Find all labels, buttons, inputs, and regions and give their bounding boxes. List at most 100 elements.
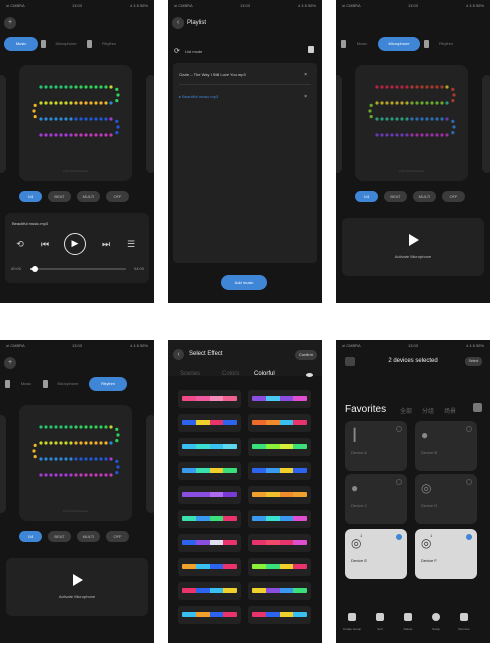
eye-icon[interactable] [306,373,313,377]
effect-swatch[interactable] [178,534,241,552]
tab-colorful[interactable]: Colorful [254,371,275,377]
effect-swatch[interactable] [248,486,311,504]
chip-quarter[interactable]: 1/4 [19,531,42,542]
tab-scenes[interactable]: Scenes [180,371,200,377]
effect-swatch[interactable] [248,606,311,624]
tab-all[interactable]: 全部 [400,406,412,415]
led-dot [420,117,424,121]
effect-swatch[interactable] [248,414,311,432]
effect-swatch[interactable] [178,390,241,408]
tab-rhythm[interactable]: Rhythm [89,377,127,391]
device-card[interactable]: ◎ Device D [415,474,477,524]
music-icon [341,40,346,48]
tab-rhythm[interactable]: Rhythm [431,37,461,51]
effect-swatch[interactable] [178,510,241,528]
prev-card[interactable] [336,75,342,173]
progress-slider[interactable] [30,266,126,272]
effect-swatch[interactable] [178,414,241,432]
led-dot [79,441,83,445]
play-button[interactable]: ▶ [64,233,86,255]
next-card[interactable] [146,75,154,173]
chip-multi[interactable]: MULTI [77,191,100,202]
chip-off[interactable]: OFF [442,191,465,202]
tab-microphone[interactable]: Microphone [378,37,420,51]
selected-check[interactable] [466,534,472,540]
effect-swatch[interactable] [178,606,241,624]
prev-card[interactable] [0,75,6,173]
tab-music[interactable]: Music [4,37,38,51]
sort-tool[interactable]: Sort [368,613,392,631]
effect-swatch[interactable] [248,582,311,600]
effect-swatch[interactable] [178,558,241,576]
tab-scene[interactable]: 场景 [444,406,456,415]
playlist-icon[interactable]: ☰ [125,238,137,250]
chip-off[interactable]: OFF [106,531,129,542]
selected-check[interactable] [396,534,402,540]
led-dot [405,117,409,121]
add-button[interactable]: + [4,357,16,369]
device-card[interactable]: ┃ Device A [345,421,407,471]
grid-view-icon[interactable] [473,403,482,412]
list-mode-icon[interactable]: ⟳ [174,47,180,55]
effect-swatch[interactable] [178,462,241,480]
chip-beat[interactable]: BEAT [48,531,71,542]
effect-swatch[interactable] [248,390,311,408]
prev-card[interactable] [0,415,6,513]
create-group-tool[interactable]: Create Group [340,613,364,631]
next-card[interactable] [482,75,490,173]
select-check[interactable] [466,479,472,485]
chip-beat[interactable]: BEAT [48,191,71,202]
back-button[interactable]: ‹ [173,349,184,360]
chip-beat[interactable]: BEAT [384,191,407,202]
activate-microphone-card[interactable]: Activate Microphone [342,218,484,276]
remove-tool[interactable]: Remove [452,613,476,631]
select-check[interactable] [466,426,472,432]
progress-knob[interactable] [31,266,38,272]
gradient-bar [182,564,237,569]
device-card-selected[interactable]: ◎ 1 Device E [345,529,407,579]
effect-swatch[interactable] [248,462,311,480]
device-card-selected[interactable]: ◎ 1 Device F [415,529,477,579]
back-button[interactable]: ‹ [172,17,184,29]
chip-multi[interactable]: MULTI [413,191,436,202]
chip-multi[interactable]: MULTI [77,531,100,542]
delete-tool[interactable]: Delete [396,613,420,631]
remove-icon[interactable]: × [304,94,307,100]
tab-music[interactable]: Music [348,37,376,51]
effect-swatch[interactable] [178,486,241,504]
tab-group[interactable]: 分组 [422,406,434,415]
setup-tool[interactable]: Setup [424,613,448,631]
tab-microphone[interactable]: Microphone [48,37,84,51]
tab-microphone[interactable]: Microphone [50,377,86,391]
effect-swatch[interactable] [248,438,311,456]
device-card[interactable]: ● Device C [345,474,407,524]
next-icon[interactable]: ⏭ [100,238,112,250]
effect-swatch[interactable] [248,558,311,576]
list-item[interactable]: ▸ Beautiful music.mp3 × [179,94,311,100]
chip-quarter[interactable]: 1/4 [355,191,378,202]
chip-off[interactable]: OFF [106,191,129,202]
activate-microphone-card[interactable]: Activate Microphone [6,558,148,616]
select-button[interactable]: Select [465,357,482,366]
chip-quarter[interactable]: 1/4 [19,191,42,202]
list-item[interactable]: Ozzie – The Way I Still Love You.mp3 × [179,72,311,78]
tab-music[interactable]: Music [12,377,40,391]
select-check[interactable] [396,479,402,485]
next-card[interactable] [146,415,154,513]
tab-colors[interactable]: Colors [222,371,239,377]
repeat-icon[interactable]: ⟲ [14,238,26,250]
add-music-button[interactable]: Add music [221,275,267,290]
effect-swatch[interactable] [178,582,241,600]
effect-swatch[interactable] [178,438,241,456]
remove-icon[interactable]: × [304,72,307,78]
confirm-button[interactable]: Confirm [295,350,317,360]
effect-swatch[interactable] [248,534,311,552]
device-card[interactable]: ● Device B [415,421,477,471]
effect-swatch[interactable] [248,510,311,528]
tab-rhythm[interactable]: Rhythm [94,37,124,51]
trash-icon[interactable] [308,46,314,53]
select-check[interactable] [396,426,402,432]
led-dot [99,101,103,105]
add-button[interactable]: + [4,17,16,29]
previous-icon[interactable]: ⏮ [39,238,51,250]
